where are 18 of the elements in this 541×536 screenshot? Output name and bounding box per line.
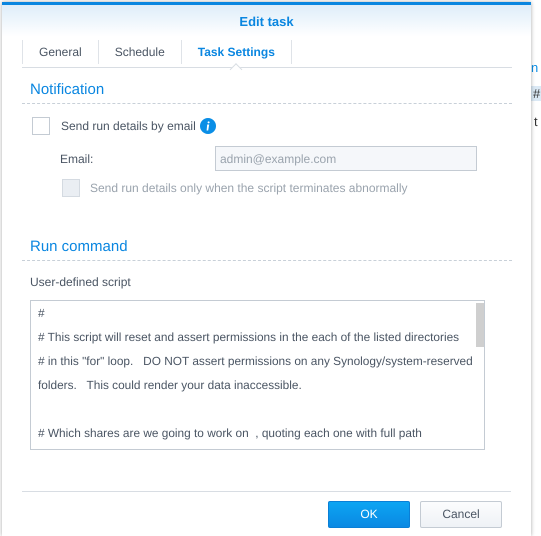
- background-text: #: [531, 86, 541, 101]
- field-label: User-defined script: [30, 275, 131, 289]
- tab[interactable]: Schedule: [98, 40, 181, 64]
- info-icon[interactable]: [200, 118, 216, 134]
- checkbox-label: Send run details only when the script terminates abnormally: [90, 181, 408, 195]
- dialog-title: Edit task: [239, 14, 294, 28]
- tab[interactable]: Task Settings: [180, 40, 292, 64]
- section-heading: Notification: [30, 81, 104, 98]
- tab[interactable]: General: [22, 40, 98, 64]
- background-text: n: [531, 60, 538, 75]
- background-text: t: [534, 114, 538, 129]
- cancel-button[interactable]: Cancel: [420, 500, 502, 528]
- script-text: # # This script will reset and assert permissions in the each of the listed directories # in this "for" loop. DO NOT assert permissions on any Synology/system-reserved folders. This could render your data inaccessible. # Which shares are we going to work on , quoting each one with full path: [37, 305, 474, 442]
- checkbox-label: Send run details by email: [61, 119, 196, 133]
- field-label: Email:: [60, 152, 94, 166]
- scrollbar-thumb[interactable]: [476, 303, 484, 347]
- checkbox[interactable]: [32, 117, 50, 135]
- section-heading: Run command: [30, 238, 128, 255]
